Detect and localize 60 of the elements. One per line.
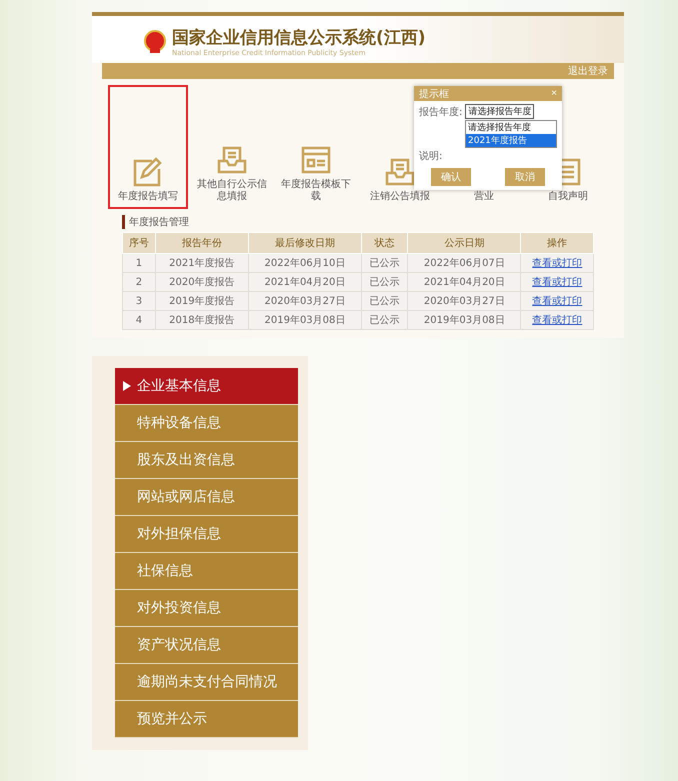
- inbox-icon: [216, 145, 248, 175]
- view-link[interactable]: 查看或打印: [532, 296, 582, 307]
- triangle-icon: [123, 381, 131, 391]
- table-cell: 2019年03月08日: [248, 310, 362, 330]
- logout-link[interactable]: 退出登录: [568, 64, 608, 78]
- column-header: 状态: [362, 232, 408, 254]
- menu-item[interactable]: 社保信息: [115, 553, 298, 590]
- menu-item[interactable]: 对外投资信息: [115, 590, 298, 627]
- column-header: 序号: [122, 232, 156, 254]
- function-tile[interactable]: 年度报告填写: [108, 85, 188, 209]
- table-cell: 2021年度报告: [155, 254, 248, 272]
- section-title: 年度报告管理: [122, 215, 189, 229]
- table-cell: 2022年06月07日: [408, 254, 521, 272]
- column-header: 操作: [520, 232, 594, 254]
- menu-item[interactable]: 特种设备信息: [115, 405, 298, 442]
- dialog-button[interactable]: 取消: [505, 168, 545, 186]
- dialog-title: 提示框: [419, 88, 449, 100]
- table-cell: 已公示: [362, 254, 408, 272]
- year-select[interactable]: 请选择报告年度: [465, 104, 534, 119]
- table-cell: 2: [122, 272, 156, 292]
- table-cell: 2020年度报告: [155, 272, 248, 292]
- menu-item[interactable]: 企业基本信息: [115, 368, 298, 405]
- table-cell: 已公示: [362, 310, 408, 330]
- close-button[interactable]: ×: [551, 88, 557, 99]
- field-label: 报告年度:: [419, 106, 462, 118]
- dialog-button[interactable]: 确认: [431, 168, 471, 186]
- view-link[interactable]: 查看或打印: [532, 315, 582, 326]
- table-cell: 已公示: [362, 272, 408, 292]
- menu-item[interactable]: 预览并公示: [115, 701, 298, 738]
- pencil-icon: [132, 157, 164, 187]
- table-cell: 2018年度报告: [155, 310, 248, 330]
- function-tile[interactable]: 年度报告模板下载: [276, 85, 356, 209]
- table-cell: 2019年03月08日: [408, 310, 521, 330]
- dropdown-option[interactable]: 2021年度报告: [466, 134, 556, 147]
- table-cell: 2020年03月27日: [248, 292, 362, 310]
- column-header: 报告年份: [155, 232, 248, 254]
- menu-item[interactable]: 对外担保信息: [115, 516, 298, 553]
- view-link[interactable]: 查看或打印: [532, 258, 582, 269]
- view-link[interactable]: 查看或打印: [532, 277, 582, 288]
- table-cell: 2020年03月27日: [408, 292, 521, 310]
- site-title: 国家企业信用信息公示系统(江西): [172, 27, 426, 49]
- table-cell: 2019年度报告: [155, 292, 248, 310]
- menu-item[interactable]: 股东及出资信息: [115, 442, 298, 479]
- menu-item[interactable]: 网站或网店信息: [115, 479, 298, 516]
- table-cell: 4: [122, 310, 156, 330]
- emblem-icon: [144, 30, 166, 54]
- form-icon: [300, 145, 332, 175]
- table-cell: 2021年04月20日: [248, 272, 362, 292]
- column-header: 最后修改日期: [248, 232, 362, 254]
- menu-item[interactable]: 资产状况信息: [115, 627, 298, 664]
- table-cell: 2021年04月20日: [408, 272, 521, 292]
- table-cell: 2022年06月10日: [248, 254, 362, 272]
- inbox-icon: [384, 157, 416, 187]
- table-cell: 3: [122, 292, 156, 310]
- table-cell: 1: [122, 254, 156, 272]
- table-cell: 已公示: [362, 292, 408, 310]
- note-text: 说明:: [419, 150, 444, 163]
- function-tile[interactable]: 其他自行公示信息填报: [192, 85, 272, 209]
- menu-item[interactable]: 逾期尚未支付合同情况: [115, 664, 298, 701]
- column-header: 公示日期: [408, 232, 521, 254]
